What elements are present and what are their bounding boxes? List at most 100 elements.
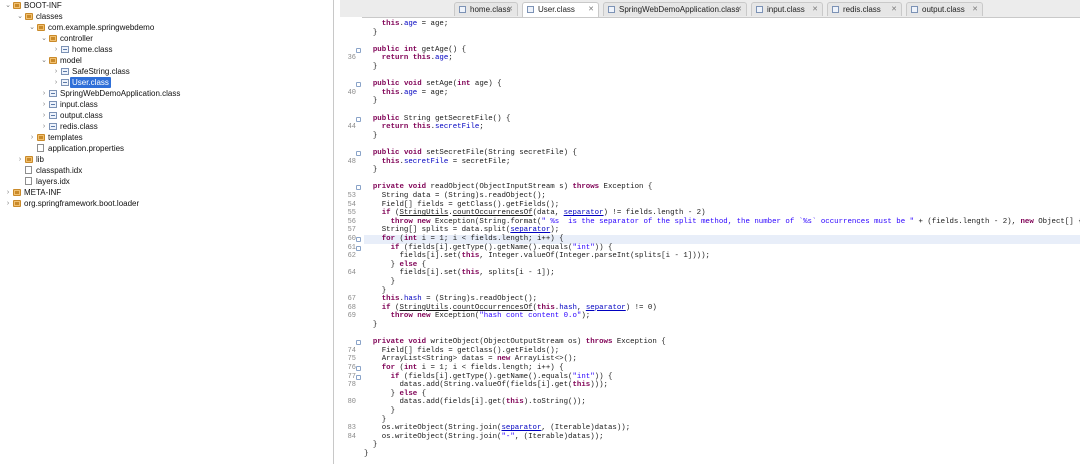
tree-item[interactable]: › lib — [0, 154, 330, 165]
package-icon — [49, 57, 57, 64]
chevron-down-icon[interactable]: ⌄ — [4, 0, 12, 11]
code-line: } — [364, 166, 378, 175]
fold-marker-icon[interactable] — [356, 340, 361, 346]
tab-label: output.class — [922, 5, 965, 14]
code-line: this.secretFile = secretFile; — [381, 157, 511, 166]
chevron-right-icon[interactable]: › — [52, 77, 60, 88]
code-line: os.writeObject(String.join("-", (Iterabl… — [364, 432, 604, 441]
chevron-right-icon[interactable]: › — [52, 66, 60, 77]
chevron-right-icon[interactable]: › — [4, 187, 12, 198]
chevron-right-icon[interactable]: › — [28, 132, 36, 143]
tree-item[interactable]: ⌄ classes — [0, 11, 330, 22]
tab-input[interactable]: input.class ✕ — [751, 2, 823, 16]
line-number: 48 — [347, 157, 356, 166]
chevron-right-icon[interactable]: › — [40, 121, 48, 132]
chevron-right-icon[interactable]: › — [40, 99, 48, 110]
chevron-right-icon[interactable]: › — [52, 44, 60, 55]
tree-item-label: layers.idx — [36, 177, 70, 186]
close-tab-icon[interactable]: ✕ — [507, 3, 513, 17]
close-tab-icon[interactable]: ✕ — [736, 3, 742, 17]
chevron-right-icon[interactable]: › — [40, 110, 48, 121]
code-line: return this.age; — [381, 54, 453, 63]
tree-item[interactable]: › SafeString.class — [0, 66, 330, 77]
tree-item[interactable]: › User.class — [0, 77, 330, 88]
project-explorer: ⌄ BOOT-INF ⌄ classes ⌄ com.example.springwebd… — [0, 0, 334, 464]
tree-item-label: User.class — [70, 77, 111, 88]
line-number: 36 — [347, 54, 356, 63]
package-icon — [13, 189, 21, 196]
class-file-icon — [608, 6, 615, 13]
chevron-right-icon[interactable]: › — [16, 154, 24, 165]
tab-label: redis.class — [843, 5, 881, 14]
tree-item-label: output.class — [60, 111, 103, 120]
line-number: 78 — [347, 381, 356, 390]
code-line: } — [364, 97, 378, 106]
tree-item[interactable]: ⌄ controller — [0, 33, 330, 44]
code-line: } — [364, 63, 378, 71]
tree-item[interactable]: › SpringWebDemoApplication.class — [0, 88, 330, 99]
tree-item[interactable]: › META-INF — [0, 187, 330, 198]
class-file-icon — [49, 101, 57, 108]
tab-label: User.class — [538, 5, 575, 14]
tree-item-label: classes — [36, 12, 63, 21]
close-tab-icon[interactable]: ✕ — [891, 3, 897, 17]
tab-springwebdemoapplication[interactable]: SpringWebDemoApplication.class ✕ — [603, 2, 747, 16]
fold-marker-icon[interactable] — [356, 374, 361, 380]
class-file-icon — [49, 123, 57, 130]
tab-output[interactable]: output.class ✕ — [906, 2, 983, 16]
chevron-right-icon[interactable]: › — [4, 198, 12, 209]
tree-item[interactable]: ⌄ com.example.springwebdemo — [0, 22, 330, 33]
tab-label: home.class — [470, 5, 511, 14]
tree-item[interactable]: ⌄ model — [0, 55, 330, 66]
tree-item-label: redis.class — [60, 122, 98, 131]
file-icon — [37, 144, 44, 152]
editor-tab-bar: home.class ✕ User.class ✕ SpringWebDemoAppli… — [340, 0, 1080, 18]
code-line: } — [364, 450, 369, 458]
chevron-down-icon[interactable]: ⌄ — [16, 11, 24, 22]
fold-marker-icon[interactable] — [356, 116, 361, 122]
class-file-icon — [756, 6, 763, 13]
tree-item[interactable]: ⌄ BOOT-INF — [0, 0, 330, 11]
tree-item-label: templates — [48, 133, 83, 142]
tree-item-label: BOOT-INF — [24, 1, 62, 10]
chevron-right-icon[interactable]: › — [40, 88, 48, 99]
fold-marker-icon[interactable] — [356, 366, 361, 371]
fold-marker-icon[interactable] — [356, 185, 361, 191]
tree-item[interactable]: › input.class — [0, 99, 330, 110]
class-file-icon — [61, 46, 69, 53]
tree-item[interactable]: application.properties — [0, 143, 330, 154]
tree-item[interactable]: layers.idx — [0, 176, 330, 187]
tree-item[interactable]: › home.class — [0, 44, 330, 55]
code-line: } — [364, 131, 378, 140]
tree-item-label: model — [60, 56, 82, 65]
tab-user[interactable]: User.class ✕ — [522, 2, 599, 17]
chevron-down-icon[interactable]: ⌄ — [28, 22, 36, 33]
fold-marker-icon[interactable] — [356, 47, 361, 53]
tree-item[interactable]: › output.class — [0, 110, 330, 121]
code-line: throw new Exception("hash cont content 0… — [390, 312, 591, 321]
fold-marker-icon[interactable] — [356, 82, 361, 88]
tree-item-label: classpath.idx — [36, 166, 83, 175]
tree-item[interactable]: classpath.idx — [0, 165, 330, 176]
package-icon — [37, 24, 45, 31]
class-file-icon — [459, 6, 466, 13]
tab-label: input.class — [767, 5, 805, 14]
tree-item-label: input.class — [60, 100, 98, 109]
tree-item[interactable]: › templates — [0, 132, 330, 143]
close-tab-icon[interactable]: ✕ — [812, 3, 818, 17]
fold-marker-icon[interactable] — [356, 151, 361, 156]
tree-item-label: controller — [60, 34, 93, 43]
code-area[interactable]: this.age = age; } public int getAge() { … — [364, 17, 1080, 464]
tree-item[interactable]: › org.springframework.boot.loader — [0, 198, 330, 209]
close-tab-icon[interactable]: ✕ — [972, 3, 978, 17]
tree-item[interactable]: › redis.class — [0, 121, 330, 132]
chevron-down-icon[interactable]: ⌄ — [40, 33, 48, 44]
chevron-down-icon[interactable]: ⌄ — [40, 55, 48, 66]
tab-redis[interactable]: redis.class ✕ — [827, 2, 902, 16]
tree-item-label: com.example.springwebdemo — [48, 23, 155, 32]
tab-home[interactable]: home.class ✕ — [454, 2, 518, 16]
fold-marker-icon[interactable] — [356, 245, 361, 251]
line-number: 62 — [347, 252, 356, 261]
fold-marker-icon[interactable] — [356, 237, 361, 242]
close-tab-icon[interactable]: ✕ — [588, 3, 594, 17]
